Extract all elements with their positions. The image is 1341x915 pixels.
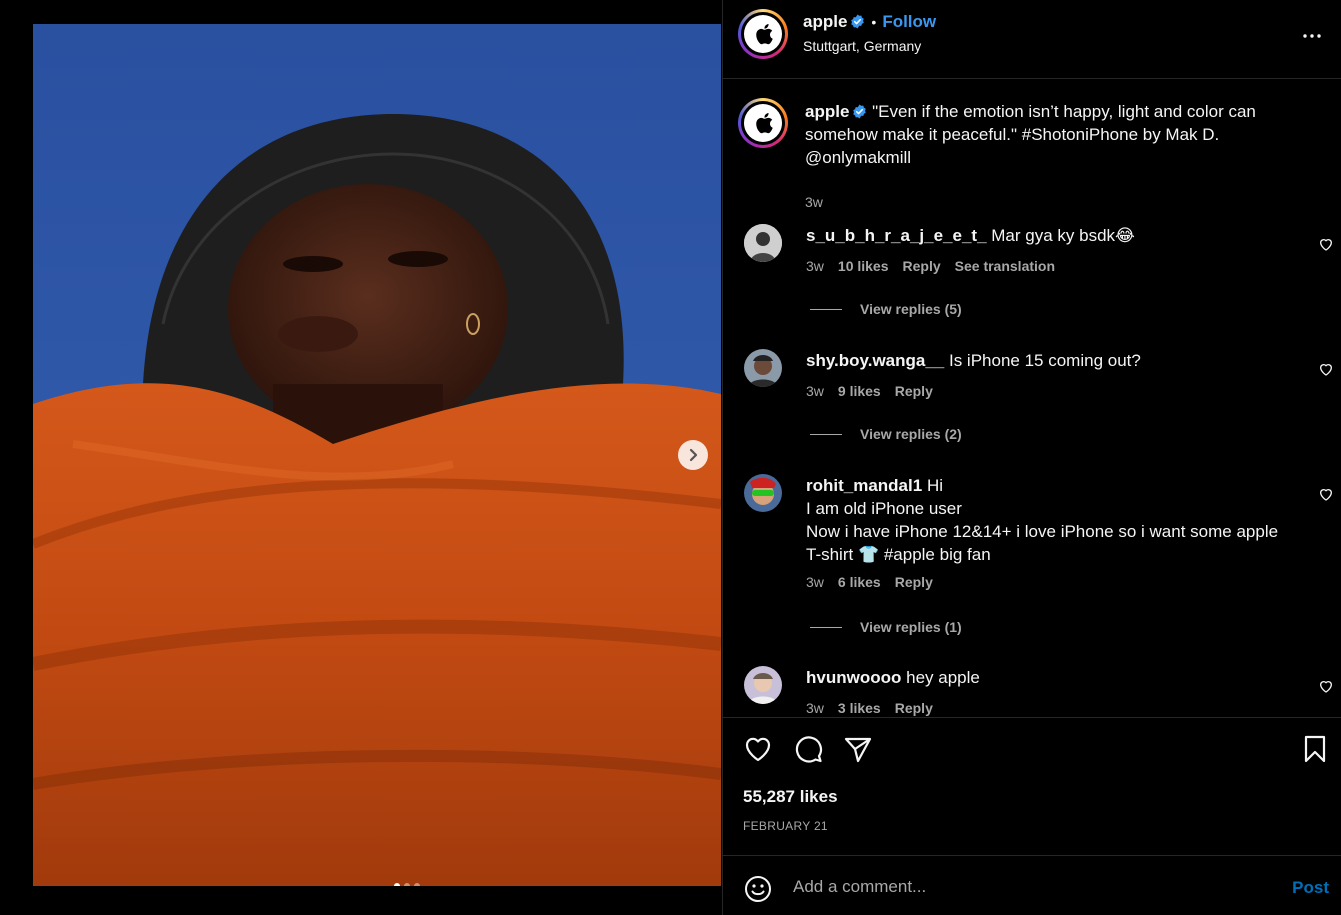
comment-time: 3w: [806, 383, 824, 399]
apple-logo-icon: [756, 24, 773, 45]
comment-likes[interactable]: 9 likes: [838, 383, 881, 399]
post-image[interactable]: [33, 24, 721, 886]
comment-body: rohit_mandal1 Hi I am old iPhone user No…: [806, 474, 1296, 566]
view-replies-label: View replies (5): [860, 301, 962, 317]
comment-meta: 3w 9 likes Reply: [806, 383, 933, 399]
comment-body: shy.boy.wanga__ Is iPhone 15 coming out?: [806, 349, 1296, 372]
post-header: apple • Follow Stuttgart, Germany: [723, 0, 1341, 79]
avatar-image: [744, 349, 782, 387]
comment-username[interactable]: s_u_b_h_r_a_j_e_e_t_: [806, 226, 987, 245]
reply-button[interactable]: Reply: [895, 700, 933, 716]
comment-likes[interactable]: 10 likes: [838, 258, 889, 274]
carousel-dot: [394, 883, 400, 886]
commenter-avatar[interactable]: [744, 474, 782, 512]
comment-username[interactable]: shy.boy.wanga__: [806, 351, 944, 370]
commenter-avatar[interactable]: [744, 349, 782, 387]
caption-username[interactable]: apple: [805, 102, 849, 121]
post-actions: 55,287 likes FEBRUARY 21: [723, 717, 1341, 855]
avatar-image: [744, 474, 782, 512]
comment-time: 3w: [806, 574, 824, 590]
caption-text: "Even if the emotion isn’t happy, light …: [805, 102, 1256, 167]
comment-text: Mar gya ky bsdk😂: [991, 226, 1135, 245]
author-avatar[interactable]: [738, 9, 788, 59]
comment-body: hvunwoooo hey apple: [806, 666, 1296, 689]
caption-body: apple "Even if the emotion isn’t happy, …: [805, 100, 1295, 169]
caption-avatar[interactable]: [738, 98, 788, 148]
post-date: FEBRUARY 21: [743, 819, 828, 833]
comment-meta: 3w 3 likes Reply: [806, 700, 933, 716]
follow-button[interactable]: Follow: [882, 12, 936, 31]
comment-username[interactable]: hvunwoooo: [806, 668, 901, 687]
replies-divider: [810, 308, 842, 310]
view-replies-label: View replies (1): [860, 619, 962, 635]
view-replies-button[interactable]: View replies (5): [810, 301, 962, 317]
more-options-icon[interactable]: [1300, 24, 1324, 48]
replies-divider: [810, 433, 842, 435]
carousel-next-button[interactable]: [678, 440, 708, 470]
comment-time: 3w: [806, 700, 824, 716]
like-heart-icon[interactable]: [742, 733, 774, 765]
comment-username[interactable]: rohit_mandal1: [806, 476, 922, 495]
likes-count[interactable]: 55,287 likes: [743, 787, 838, 807]
caption-time: 3w: [805, 194, 823, 210]
apple-logo-icon: [756, 113, 773, 134]
add-comment-bar: Post: [723, 855, 1341, 915]
comment-text: Is iPhone 15 coming out?: [948, 351, 1141, 370]
comment-body: s_u_b_h_r_a_j_e_e_t_ Mar gya ky bsdk😂: [806, 224, 1296, 247]
like-comment-heart-icon[interactable]: [1318, 361, 1334, 377]
avatar-image: [744, 666, 782, 704]
like-comment-heart-icon[interactable]: [1318, 486, 1334, 502]
comments-scroll-area[interactable]: apple "Even if the emotion isn’t happy, …: [723, 80, 1341, 717]
carousel-dot: [404, 883, 410, 886]
comment-input[interactable]: [793, 872, 1263, 902]
comment-time: 3w: [806, 258, 824, 274]
reply-button[interactable]: Reply: [895, 383, 933, 399]
share-paper-plane-icon[interactable]: [842, 733, 874, 765]
replies-divider: [810, 626, 842, 628]
post-photo-illustration: [33, 24, 721, 886]
carousel-indicator: [394, 883, 420, 886]
view-replies-button[interactable]: View replies (2): [810, 426, 962, 442]
chevron-right-icon: [689, 448, 698, 462]
comment-bubble-icon[interactable]: [792, 733, 824, 765]
reply-button[interactable]: Reply: [903, 258, 941, 274]
verified-badge-icon: [853, 104, 867, 119]
verified-badge-icon: [851, 14, 865, 29]
post-side-panel: apple • Follow Stuttgart, Germany apple "E…: [722, 0, 1341, 915]
commenter-avatar[interactable]: [744, 666, 782, 704]
comment-meta: 3w 10 likes Reply See translation: [806, 258, 1055, 274]
author-username[interactable]: apple: [803, 12, 847, 31]
post-location[interactable]: Stuttgart, Germany: [803, 38, 921, 54]
reply-button[interactable]: Reply: [895, 574, 933, 590]
view-replies-button[interactable]: View replies (1): [810, 619, 962, 635]
comment-likes[interactable]: 3 likes: [838, 700, 881, 716]
carousel-dot: [414, 883, 420, 886]
view-replies-label: View replies (2): [860, 426, 962, 442]
see-translation-button[interactable]: See translation: [955, 258, 1055, 274]
separator-dot: •: [871, 14, 877, 30]
comment-likes[interactable]: 6 likes: [838, 574, 881, 590]
like-comment-heart-icon[interactable]: [1318, 678, 1334, 694]
avatar-image: [744, 224, 782, 262]
post-comment-button[interactable]: Post: [1292, 878, 1329, 898]
save-bookmark-icon[interactable]: [1299, 733, 1331, 765]
commenter-avatar[interactable]: [744, 224, 782, 262]
like-comment-heart-icon[interactable]: [1318, 236, 1334, 252]
comment-text: hey apple: [906, 668, 980, 687]
comment-meta: 3w 6 likes Reply: [806, 574, 933, 590]
emoji-picker-icon[interactable]: [743, 874, 773, 904]
